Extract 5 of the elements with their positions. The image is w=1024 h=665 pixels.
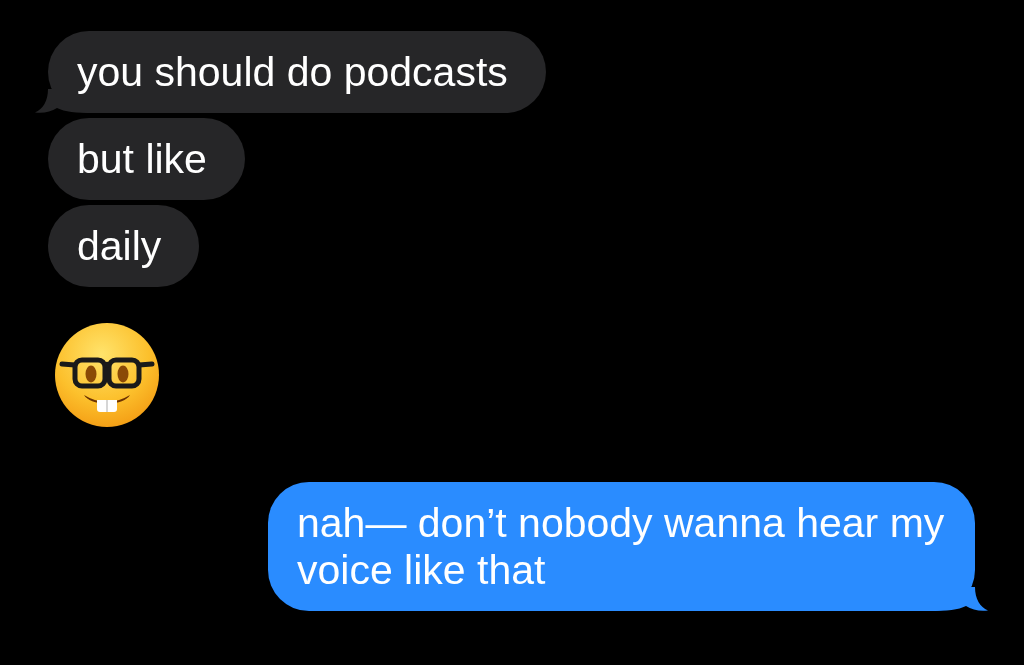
message-bubble: daily xyxy=(48,205,200,287)
message-bubble: nah— don’t nobody wanna hear my voice like that xyxy=(268,482,988,611)
nerd-face-icon xyxy=(55,323,159,427)
message-bubble: you should do podcasts xyxy=(35,31,546,113)
message-bubble: but like xyxy=(48,118,245,200)
